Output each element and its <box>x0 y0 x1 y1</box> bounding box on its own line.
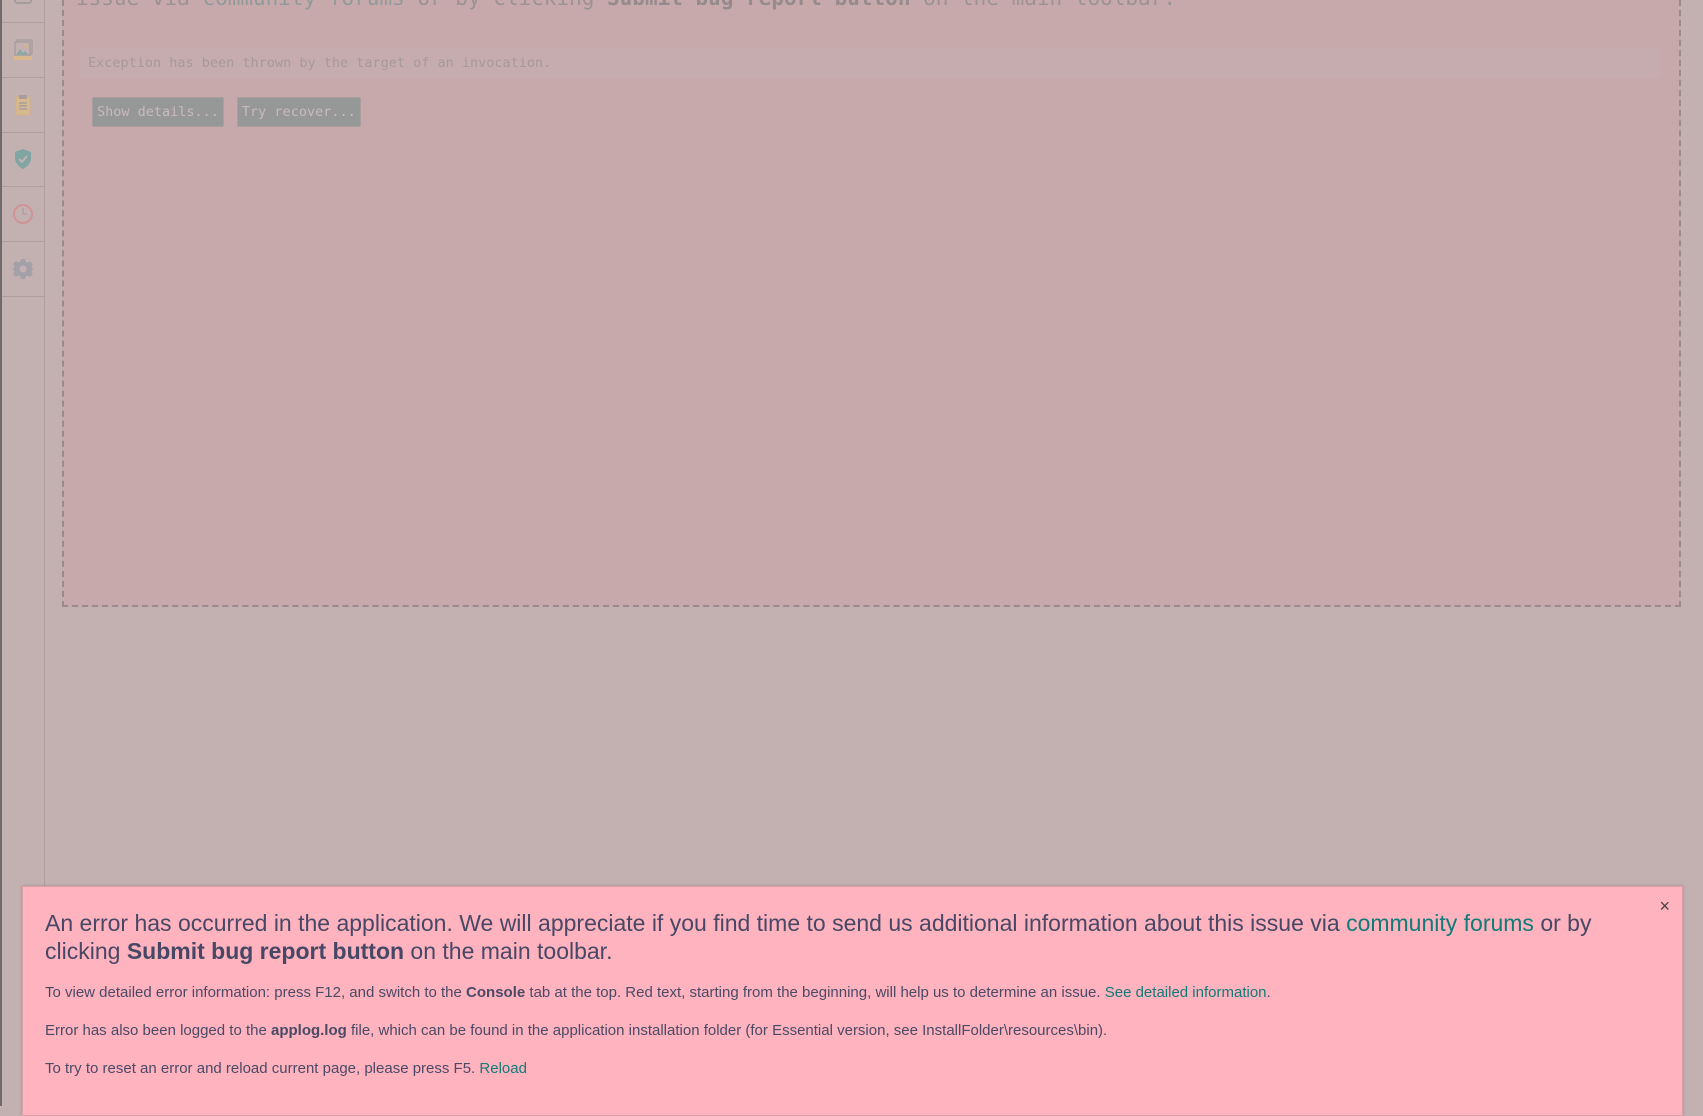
try-recover-button[interactable]: Try recover... <box>236 97 361 127</box>
gear-icon <box>11 259 35 279</box>
banner-text: To try to reset an error and reload curr… <box>45 1060 480 1077</box>
exception-message-box: Exception has been thrown by the target … <box>80 48 1660 78</box>
error-title-text: or by clicking <box>405 0 607 10</box>
error-title-bold: Submit bug report button <box>607 0 910 10</box>
exception-message: Exception has been thrown by the target … <box>88 55 552 71</box>
clipboard-icon <box>15 95 31 116</box>
sidebar-item-clipboard[interactable] <box>2 78 44 133</box>
error-panel: issue via community forums or by clickin… <box>62 0 1681 607</box>
banner-text: To view detailed error information: pres… <box>45 984 467 1001</box>
reload-link[interactable]: Reload <box>479 1060 527 1077</box>
banner-bold-text: applog.log <box>270 1022 347 1039</box>
sidebar-item-settings[interactable] <box>2 242 44 297</box>
banner-text: Error has also been logged to the <box>45 1022 271 1039</box>
show-details-button[interactable]: Show details... <box>92 97 224 127</box>
banner-reload-instructions: To try to reset an error and reload curr… <box>45 1059 527 1079</box>
community-forums-link[interactable]: community forums <box>1346 910 1534 936</box>
banner-heading-text: An error has occurred in the application… <box>45 910 1347 936</box>
error-title-text: issue via <box>76 0 202 10</box>
error-panel-title: issue via community forums or by clickin… <box>76 0 1666 13</box>
error-notification-banner: × An error has occurred in the applicati… <box>22 886 1683 1116</box>
banner-heading: An error has occurred in the application… <box>45 909 1655 965</box>
box-icon <box>14 0 32 4</box>
sidebar-item-history[interactable] <box>2 187 44 242</box>
sidebar-item-box[interactable] <box>2 0 44 23</box>
banner-heading-bold: Submit bug report button <box>126 938 405 964</box>
community-forums-link[interactable]: community forums <box>202 0 404 10</box>
banner-text: file, which can be found in the applicat… <box>346 1022 1108 1039</box>
close-icon[interactable]: × <box>1659 897 1670 915</box>
error-actions: Show details... Try recover... <box>92 97 361 127</box>
clock-icon <box>13 204 33 224</box>
gallery-icon <box>14 39 33 60</box>
sidebar-item-gallery[interactable] <box>2 23 44 78</box>
error-title-text: on the main toolbar. <box>910 0 1176 10</box>
banner-bold-text: Console <box>466 984 526 1001</box>
see-detailed-information-link[interactable]: See detailed information <box>1105 984 1267 1001</box>
banner-log-instructions: Error has also been logged to the applog… <box>45 1021 1107 1041</box>
sidebar-item-security[interactable] <box>2 132 44 187</box>
shield-check-icon <box>15 149 31 169</box>
banner-console-instructions: To view detailed error information: pres… <box>45 983 1271 1003</box>
banner-text: . <box>1266 984 1271 1001</box>
banner-heading-text: on the main toolbar. <box>404 938 613 964</box>
banner-text: tab at the top. Red text, starting from … <box>525 984 1105 1001</box>
